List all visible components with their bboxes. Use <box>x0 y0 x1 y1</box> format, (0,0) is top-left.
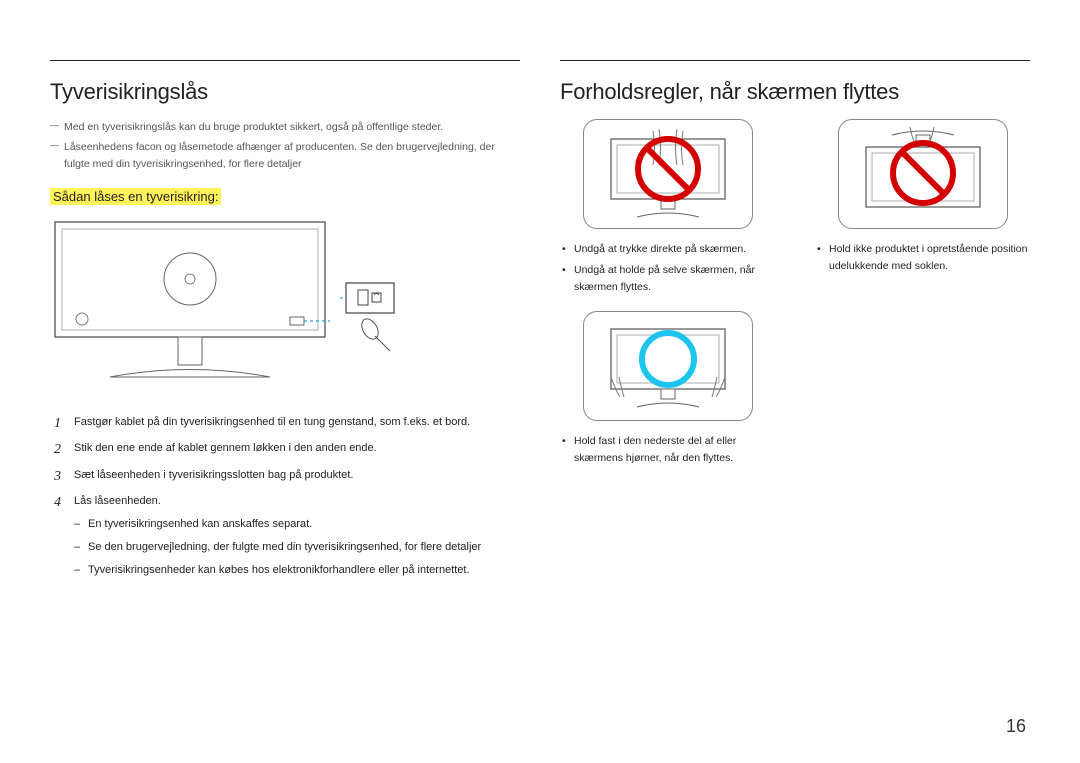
figure-dont-hold-by-base <box>838 119 1008 229</box>
sub-note-item: Tyverisikringsenheder kan købes hos elek… <box>74 562 520 579</box>
precaution-empty-cell <box>815 311 1030 471</box>
lock-figure <box>50 217 520 392</box>
figure-dont-press-screen <box>583 119 753 229</box>
step-item: Sæt låseenheden i tyverisikringsslotten … <box>50 467 520 484</box>
bullets-dont-press: Undgå at trykke direkte på skærmen. Undg… <box>560 241 775 295</box>
bullet-item: Undgå at trykke direkte på skærmen. <box>560 241 775 258</box>
top-rule-right <box>560 60 1030 61</box>
right-column: Forholdsregler, når skærmen flyttes U <box>560 60 1030 589</box>
figure-hold-corners <box>583 311 753 421</box>
step-text: Lås låseenheden. <box>74 495 161 507</box>
page-number: 16 <box>1006 716 1026 737</box>
steps-list: Fastgør kablet på din tyverisikringsenhe… <box>50 414 520 579</box>
precaution-dont-press: Undgå at trykke direkte på skærmen. Undg… <box>560 119 775 299</box>
step-item: Stik den ene ende af kablet gennem løkke… <box>50 440 520 457</box>
subheading-how-to-lock: Sådan låses en tyverisikring: <box>50 188 221 205</box>
intro-item: Med en tyverisikringslås kan du bruge pr… <box>50 119 520 135</box>
bullets-correct-hold: Hold fast i den nederste del af eller sk… <box>560 433 775 467</box>
precaution-correct-hold: Hold fast i den nederste del af eller sk… <box>560 311 775 471</box>
bullets-upside-down: Hold ikke produktet i opretstående posit… <box>815 241 1030 275</box>
bullet-item: Hold ikke produktet i opretstående posit… <box>815 241 1030 275</box>
sub-note-item: En tyverisikringsenhed kan anskaffes sep… <box>74 516 520 533</box>
left-column: Tyverisikringslås Med en tyverisikringsl… <box>50 60 520 589</box>
step-item: Fastgør kablet på din tyverisikringsenhe… <box>50 414 520 431</box>
top-rule-left <box>50 60 520 61</box>
monitor-rear-illustration <box>50 217 330 392</box>
lock-slot-callout <box>340 281 400 356</box>
heading-anti-theft: Tyverisikringslås <box>50 79 520 105</box>
step-item: Lås låseenheden. En tyverisikringsenhed … <box>50 493 520 579</box>
intro-list: Med en tyverisikringslås kan du bruge pr… <box>50 119 520 172</box>
intro-item: Låseenhedens facon og låsemetode afhænge… <box>50 139 520 172</box>
precaution-row-2: Hold fast i den nederste del af eller sk… <box>560 311 1030 471</box>
precaution-row-1: Undgå at trykke direkte på skærmen. Undg… <box>560 119 1030 299</box>
heading-precautions: Forholdsregler, når skærmen flyttes <box>560 79 1030 105</box>
precaution-upside-down: Hold ikke produktet i opretstående posit… <box>815 119 1030 299</box>
bullet-item: Undgå at holde på selve skærmen, når skæ… <box>560 262 775 296</box>
bullet-item: Hold fast i den nederste del af eller sk… <box>560 433 775 467</box>
sub-notes: En tyverisikringsenhed kan anskaffes sep… <box>74 516 520 579</box>
sub-note-item: Se den brugervejledning, der fulgte med … <box>74 539 520 556</box>
